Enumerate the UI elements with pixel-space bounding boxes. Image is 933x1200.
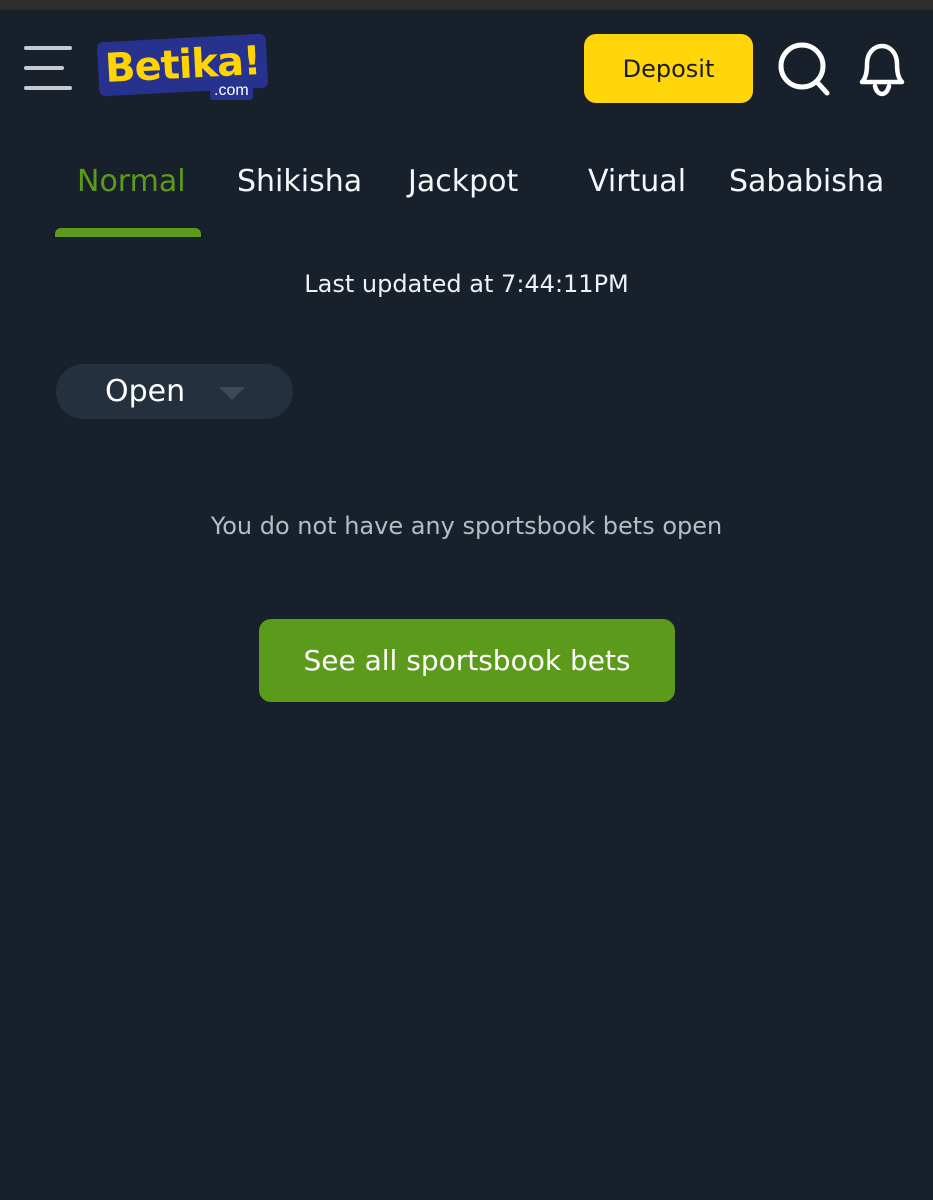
search-icon[interactable]: [776, 40, 832, 98]
bell-icon[interactable]: [854, 40, 910, 98]
menu-bar: [24, 46, 72, 50]
tab-shikisha[interactable]: Shikisha: [237, 160, 362, 204]
bet-status-dropdown[interactable]: Open: [56, 364, 293, 419]
tab-sababisha[interactable]: Sababisha: [729, 160, 884, 204]
bet-type-tabs: Normal Shikisha Jackpot Virtual Sababish…: [0, 160, 933, 240]
bets-page: Betika! .com Deposit Normal Shikisha Jac…: [0, 0, 933, 1200]
hamburger-menu-icon[interactable]: [24, 46, 74, 90]
chevron-down-icon: [219, 387, 245, 400]
dropdown-selected-value: Open: [105, 374, 186, 409]
status-strip: [0, 0, 933, 10]
tab-virtual[interactable]: Virtual: [588, 160, 686, 204]
deposit-button[interactable]: Deposit: [584, 34, 753, 103]
menu-bar: [24, 66, 64, 70]
active-tab-indicator: [55, 228, 201, 237]
menu-bar: [24, 86, 72, 90]
tab-jackpot[interactable]: Jackpot: [408, 160, 518, 204]
last-updated-text: Last updated at 7:44:11PM: [304, 270, 629, 298]
betika-logo[interactable]: Betika! .com: [96, 33, 269, 102]
logo-domain: .com: [210, 82, 253, 100]
empty-state-message: You do not have any sportsbook bets open: [210, 512, 723, 540]
see-all-sportsbook-bets-button[interactable]: See all sportsbook bets: [259, 619, 675, 702]
tab-normal[interactable]: Normal: [77, 160, 186, 204]
